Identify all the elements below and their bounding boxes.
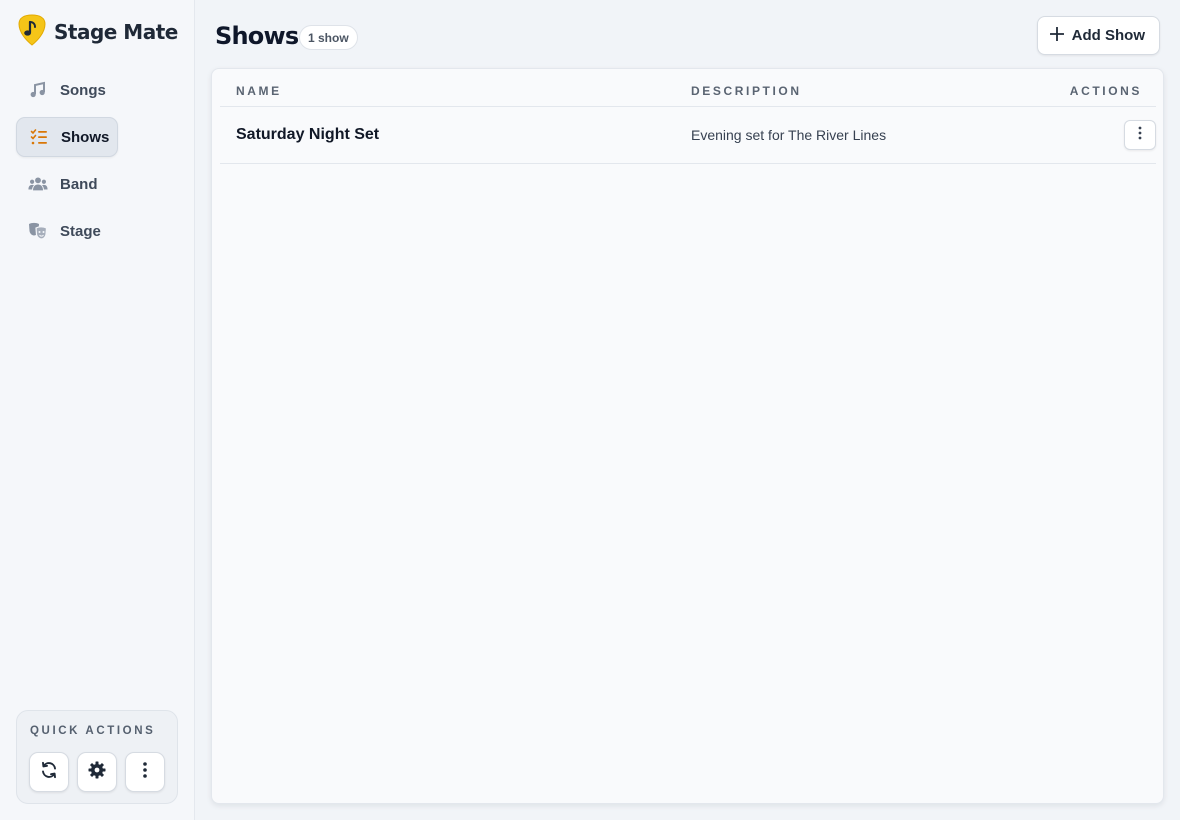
refresh-button[interactable] — [29, 752, 69, 792]
row-actions-button[interactable] — [1124, 120, 1156, 150]
column-header-actions: ACTIONS — [1069, 84, 1142, 98]
gear-icon — [88, 761, 106, 784]
quick-actions-panel: QUICK ACTIONS — [16, 710, 178, 804]
shows-table: NAME DESCRIPTION ACTIONS Saturday Night … — [211, 68, 1164, 804]
sidebar-item-songs[interactable]: Songs — [16, 70, 118, 110]
sidebar-item-label: Shows — [61, 128, 110, 146]
more-button[interactable] — [125, 752, 165, 792]
show-name[interactable]: Saturday Night Set — [236, 126, 379, 144]
sidebar: Stage Mate Songs Shows Band Stage QUICK … — [0, 0, 195, 820]
main-content: Shows 1 show Add Show NAME DESCRIPTION A… — [195, 0, 1180, 820]
more-vertical-icon — [142, 761, 148, 784]
sidebar-item-label: Songs — [60, 81, 106, 99]
checklist-icon — [29, 127, 49, 147]
sidebar-item-label: Stage — [60, 222, 101, 240]
sidebar-nav: Songs Shows Band Stage — [16, 70, 178, 258]
sidebar-item-band[interactable]: Band — [16, 164, 118, 204]
table-row[interactable]: Saturday Night Set Evening set for The R… — [220, 107, 1156, 164]
plus-icon — [1049, 26, 1065, 45]
refresh-icon — [40, 761, 58, 784]
app-logo[interactable]: Stage Mate — [18, 13, 178, 52]
add-show-label: Add Show — [1071, 27, 1145, 44]
music-note-icon — [28, 80, 48, 100]
page-title: Shows — [215, 22, 299, 50]
column-header-name[interactable]: NAME — [236, 84, 282, 98]
column-header-description[interactable]: DESCRIPTION — [691, 84, 802, 98]
users-icon — [28, 174, 48, 194]
more-vertical-icon — [1138, 126, 1142, 145]
music-note-pick-icon — [18, 13, 46, 52]
theater-masks-icon — [28, 221, 48, 241]
add-show-button[interactable]: Add Show — [1036, 16, 1160, 55]
settings-button[interactable] — [77, 752, 117, 792]
app-name: Stage Mate — [54, 20, 178, 44]
show-description: Evening set for The River Lines — [691, 127, 887, 143]
sidebar-item-stage[interactable]: Stage — [16, 211, 118, 251]
quick-actions-title: QUICK ACTIONS — [30, 725, 156, 737]
table-header: NAME DESCRIPTION ACTIONS — [220, 69, 1156, 107]
sidebar-item-shows[interactable]: Shows — [16, 117, 118, 157]
sidebar-item-label: Band — [60, 175, 98, 193]
show-count-badge: 1 show — [299, 25, 358, 50]
